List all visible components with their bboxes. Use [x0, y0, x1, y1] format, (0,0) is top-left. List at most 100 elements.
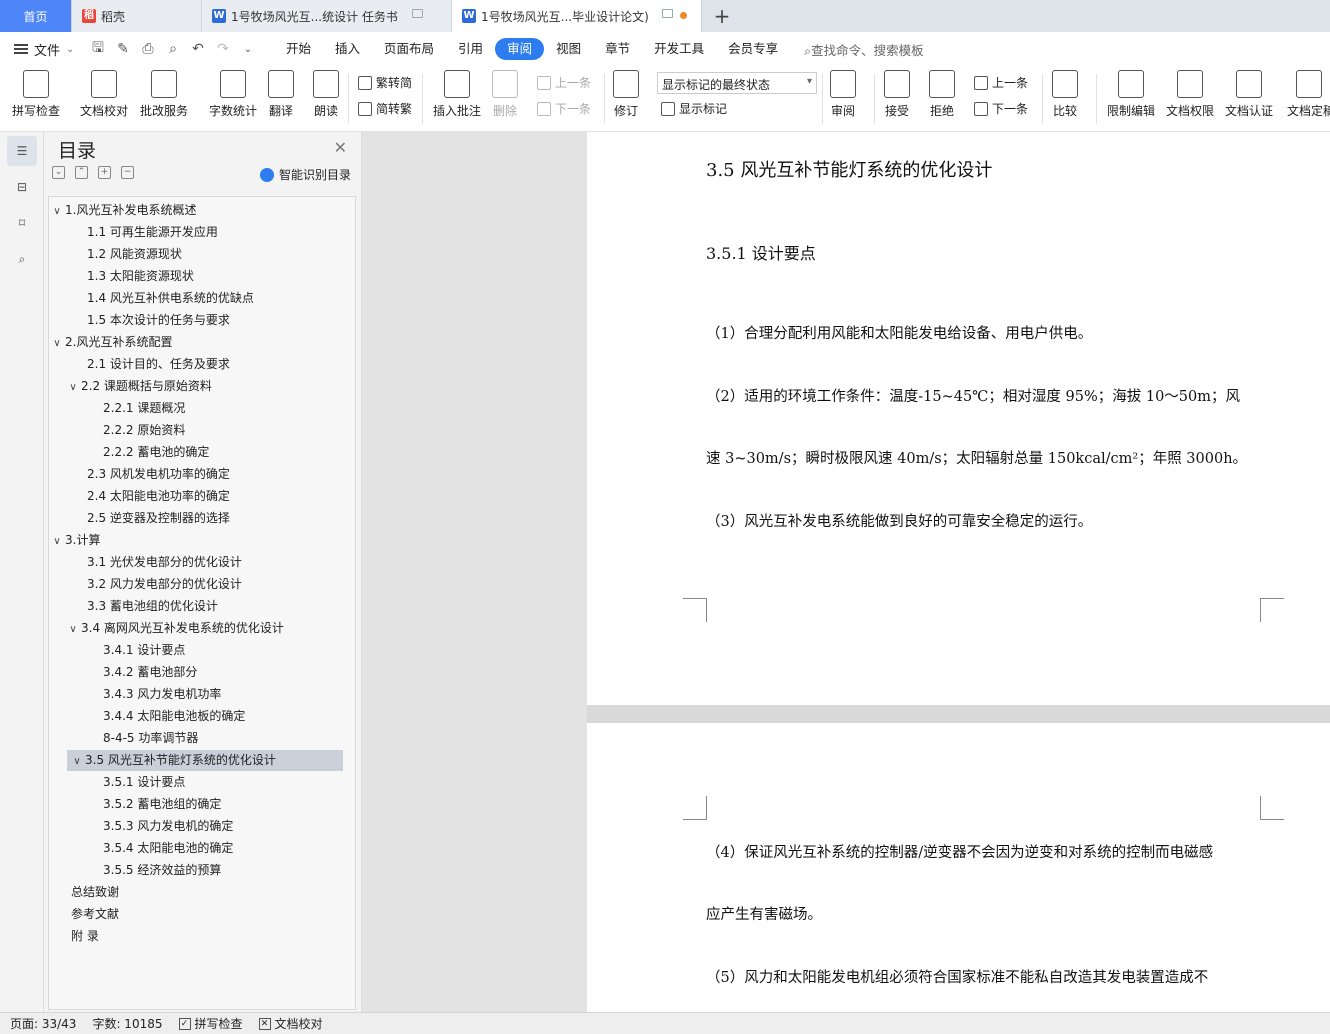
translate-button[interactable]: 翻译	[268, 70, 294, 119]
spell-check-button[interactable]: 拼写检查	[12, 70, 60, 119]
next-comment-button[interactable]: 下一条	[537, 100, 591, 117]
menu-tab-references[interactable]: 引用	[446, 38, 495, 60]
smart-toc-button[interactable]: 智能识别目录	[259, 166, 351, 183]
toc-panel-icon[interactable]: ☰	[7, 136, 37, 166]
prev-change-button[interactable]: 上一条	[974, 74, 1028, 91]
print-icon[interactable]: ⎙	[140, 41, 156, 57]
doc-certify-button[interactable]: 文档认证	[1225, 70, 1273, 119]
add-level-icon[interactable]: +	[98, 166, 111, 179]
chapter-nav-icon[interactable]: ⊟	[7, 172, 37, 202]
search-icon[interactable]: ⌕	[7, 244, 37, 274]
toc-item[interactable]: 2.4 太阳能电池功率的确定	[49, 486, 230, 507]
toc-item[interactable]: ∨ 1.风光互补发电系统概述	[49, 200, 196, 221]
monitor-icon[interactable]	[662, 9, 673, 18]
close-icon[interactable]: ✕	[334, 138, 347, 157]
toc-item[interactable]: 3.5.1 设计要点	[49, 772, 185, 793]
read-aloud-button[interactable]: 朗读	[313, 70, 339, 119]
toc-item[interactable]: 3.2 风力发电部分的优化设计	[49, 574, 242, 595]
document-page[interactable]: 3.5 风光互补节能灯系统的优化设计 3.5.1 设计要点 （1）合理分配利用风…	[587, 132, 1330, 705]
word-count-button[interactable]: 字数统计	[209, 70, 257, 119]
finalize-button[interactable]: 文档定稿	[1287, 70, 1330, 119]
toc-item[interactable]: 2.5 逆变器及控制器的选择	[49, 508, 230, 529]
file-menu[interactable]: 文件 ⌄	[0, 40, 90, 59]
toc-item[interactable]: 3.5.3 风力发电机的确定	[49, 816, 233, 837]
toc-item[interactable]: 总结致谢	[49, 882, 119, 903]
restrict-editing-button[interactable]: 限制编辑	[1107, 70, 1155, 119]
document-page[interactable]: （4）保证风光互补系统的控制器/逆变器不会因为逆变和对系统的控制而电磁感 应产生…	[587, 723, 1330, 1012]
trad-to-simp-button[interactable]: 繁转简	[358, 74, 412, 91]
word-count-indicator[interactable]: 字数: 10185	[92, 1015, 162, 1032]
review-pane-button[interactable]: 审阅	[830, 70, 856, 119]
toc-item[interactable]: ∨ 3.5 风光互补节能灯系统的优化设计	[67, 750, 343, 771]
show-markup-button[interactable]: 显示标记	[661, 100, 727, 117]
track-changes-button[interactable]: 修订	[613, 70, 639, 119]
bookmark-icon[interactable]: ⌑	[7, 208, 37, 238]
toc-item[interactable]: 8-4-5 功率调节器	[49, 728, 198, 749]
toc-item[interactable]: 3.1 光伏发电部分的优化设计	[49, 552, 242, 573]
toc-item[interactable]: 3.5.2 蓄电池组的确定	[49, 794, 221, 815]
chevron-down-icon[interactable]: ∨	[65, 377, 81, 398]
toc-item[interactable]: ∨ 3.4 离网风光互补发电系统的优化设计	[49, 618, 284, 639]
status-spell-check[interactable]: ✓ 拼写检查	[178, 1015, 243, 1032]
doc-permission-button[interactable]: 文档权限	[1166, 70, 1214, 119]
simp-to-trad-button[interactable]: 简转繁	[358, 100, 412, 117]
page-indicator[interactable]: 页面: 33/43	[10, 1015, 76, 1032]
menu-tab-developer[interactable]: 开发工具	[642, 38, 716, 60]
toc-item[interactable]: 3.4.1 设计要点	[49, 640, 185, 661]
toc-item[interactable]: 2.3 风机发电机功率的确定	[49, 464, 230, 485]
toc-item[interactable]: 1.1 可再生能源开发应用	[49, 222, 218, 243]
print-preview-icon[interactable]: ⌕	[165, 41, 181, 57]
toc-item[interactable]: 附 录	[49, 926, 99, 947]
menu-tab-member[interactable]: 会员专享	[716, 38, 790, 60]
new-tab-button[interactable]: +	[702, 0, 742, 32]
accept-button[interactable]: 接受	[884, 70, 910, 119]
toc-item[interactable]: 2.1 设计目的、任务及要求	[49, 354, 230, 375]
insert-comment-button[interactable]: 插入批注	[433, 70, 481, 119]
status-proofread[interactable]: ✕ 文档校对	[258, 1015, 323, 1032]
remove-level-icon[interactable]: −	[121, 166, 134, 179]
toc-item[interactable]: 3.3 蓄电池组的优化设计	[49, 596, 218, 617]
save-icon[interactable]: 🖫	[90, 37, 106, 61]
tab-home[interactable]: 首页	[0, 0, 72, 32]
next-change-button[interactable]: 下一条	[974, 100, 1028, 117]
toc-item[interactable]: 3.4.3 风力发电机功率	[49, 684, 221, 705]
toc-item[interactable]: 1.5 本次设计的任务与要求	[49, 310, 230, 331]
format-painter-icon[interactable]: ✎	[115, 41, 131, 57]
monitor-icon[interactable]	[412, 9, 423, 18]
chevron-down-icon[interactable]: ∨	[49, 201, 65, 222]
markup-display-select[interactable]: 显示标记的最终状态 ▾	[657, 72, 817, 94]
menu-tab-layout[interactable]: 页面布局	[372, 38, 446, 60]
toc-item[interactable]: 1.3 太阳能资源现状	[49, 266, 194, 287]
chevron-down-icon[interactable]: ∨	[49, 531, 65, 552]
chevron-down-icon[interactable]: ∨	[65, 619, 81, 640]
toc-item[interactable]: 2.2.2 原始资料	[49, 420, 185, 441]
tab-document-thesis[interactable]: W 1号牧场风光互...毕业设计论文)	[452, 0, 702, 32]
toc-item[interactable]: 3.4.4 太阳能电池板的确定	[49, 706, 245, 727]
toc-item[interactable]: 2.2.1 课题概况	[49, 398, 185, 419]
prev-comment-button[interactable]: 上一条	[537, 74, 591, 91]
tab-daoke[interactable]: 稻稻壳	[72, 0, 202, 32]
toc-item[interactable]: ∨ 3.计算	[49, 530, 100, 551]
chevron-down-icon[interactable]: ∨	[69, 751, 85, 772]
chevron-down-icon[interactable]: ∨	[49, 333, 65, 354]
toc-item[interactable]: 2.2.2 蓄电池的确定	[49, 442, 209, 463]
menu-tab-start[interactable]: 开始	[274, 38, 323, 60]
toc-item[interactable]: 参考文献	[49, 904, 119, 925]
reject-button[interactable]: 拒绝	[929, 70, 955, 119]
expand-up-icon[interactable]: ⌃	[75, 166, 88, 179]
menu-tab-chapter[interactable]: 章节	[593, 38, 642, 60]
command-search[interactable]: ⌕查找命令、搜索模板	[804, 40, 924, 59]
toc-item[interactable]: 1.4 风光互补供电系统的优缺点	[49, 288, 254, 309]
tab-document-task[interactable]: W 1号牧场风光互...统设计 任务书	[202, 0, 452, 32]
toc-item[interactable]: 3.5.5 经济效益的预算	[49, 860, 221, 881]
doc-proofread-button[interactable]: 文档校对	[80, 70, 128, 119]
undo-icon[interactable]: ↶	[190, 41, 206, 57]
menu-tab-insert[interactable]: 插入	[323, 38, 372, 60]
customize-chevron-icon[interactable]: ⌄	[240, 44, 256, 55]
toc-item[interactable]: 3.5.4 太阳能电池的确定	[49, 838, 233, 859]
toc-item[interactable]: 3.4.2 蓄电池部分	[49, 662, 197, 683]
delete-comment-button[interactable]: 删除	[492, 70, 518, 119]
toc-item[interactable]: ∨ 2.风光互补系统配置	[49, 332, 172, 353]
batch-service-button[interactable]: 批改服务	[140, 70, 188, 119]
menu-tab-view[interactable]: 视图	[544, 38, 593, 60]
